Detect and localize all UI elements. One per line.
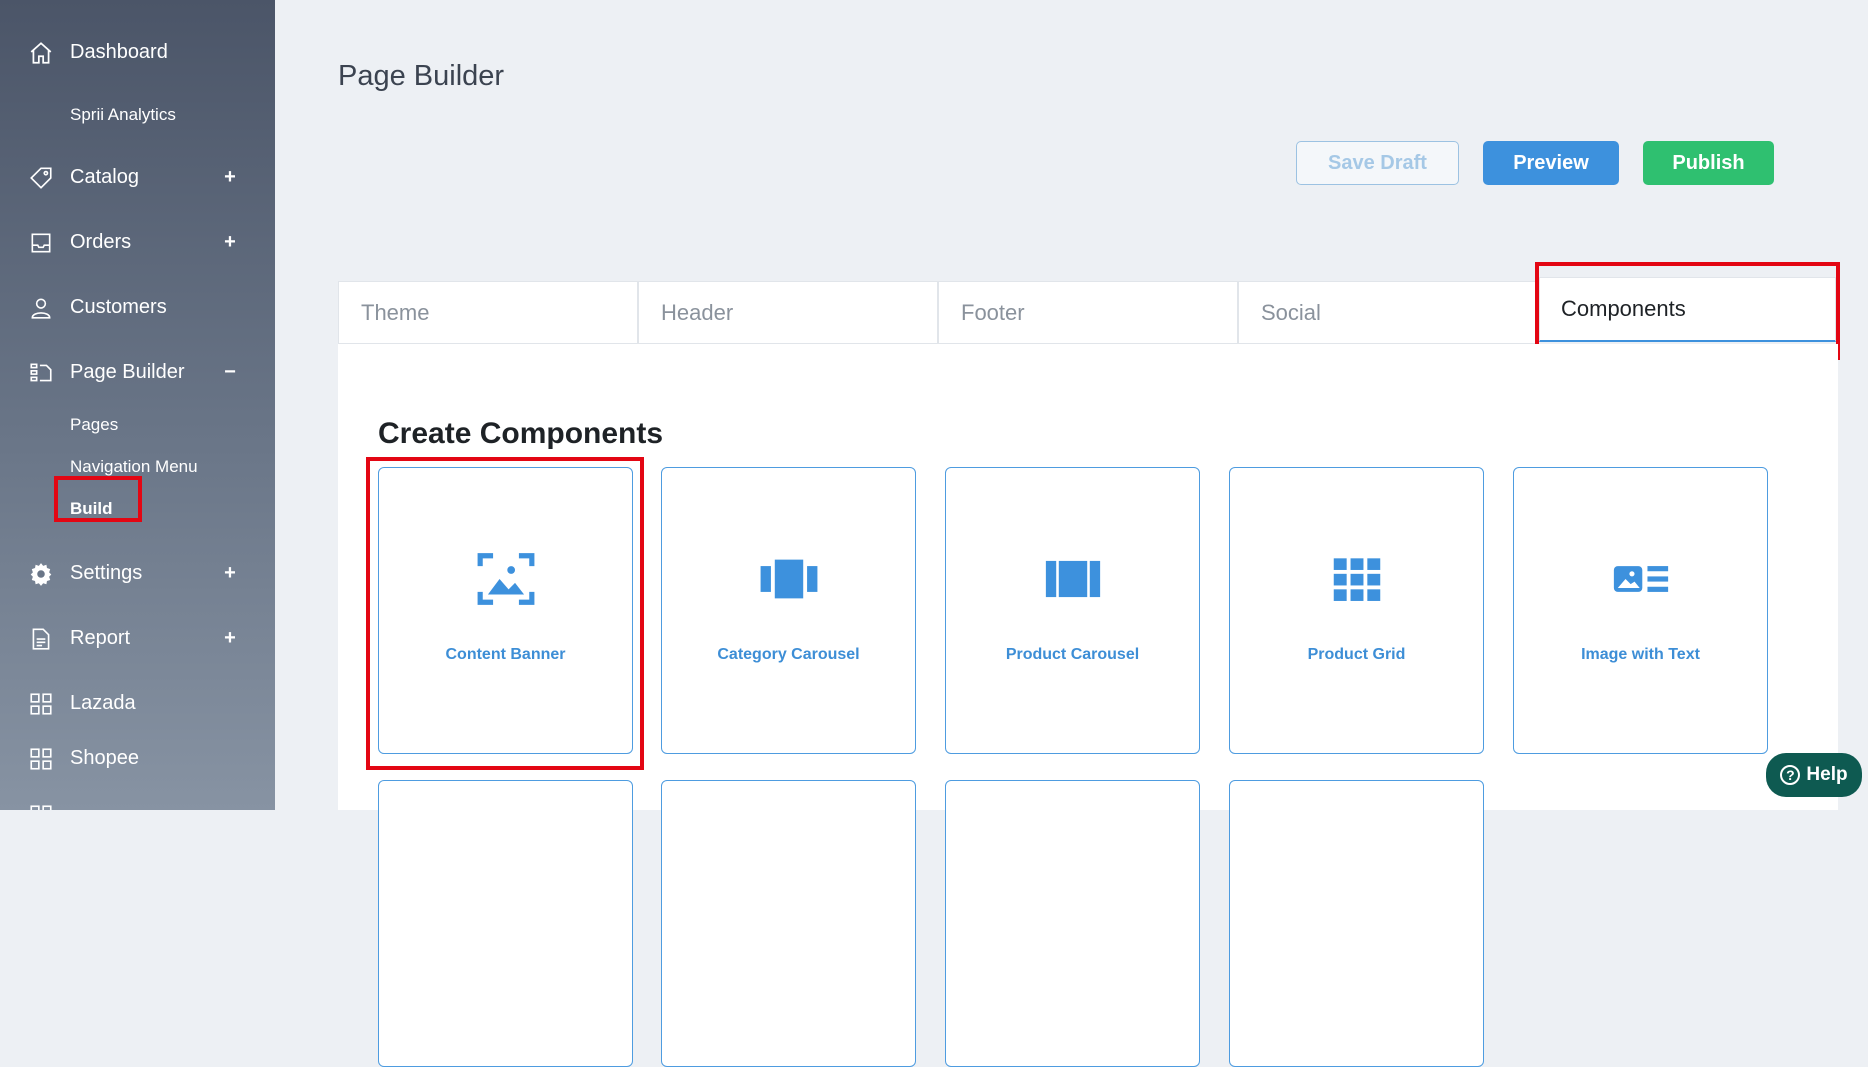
question-icon: ? xyxy=(1780,765,1801,785)
tab-footer[interactable]: Footer xyxy=(938,281,1238,344)
image-text-icon xyxy=(1610,548,1672,610)
expand-toggle[interactable]: + xyxy=(220,627,240,650)
help-button[interactable]: ? Help xyxy=(1766,753,1862,797)
expand-toggle[interactable]: + xyxy=(220,562,240,585)
component-card[interactable] xyxy=(378,780,633,1067)
sidebar-item-page-builder[interactable]: Page Builder − xyxy=(0,352,275,392)
collapse-toggle[interactable]: − xyxy=(220,361,240,384)
user-icon xyxy=(28,295,54,321)
help-label: Help xyxy=(1806,764,1848,785)
document-icon xyxy=(28,626,54,652)
component-label: Product Carousel xyxy=(1005,646,1140,663)
sidebar-item-sprii-analytics[interactable]: Sprii Analytics xyxy=(70,105,176,125)
sidebar-item-lazada[interactable]: Lazada xyxy=(0,683,275,723)
publish-button[interactable]: Publish xyxy=(1643,141,1774,185)
tab-theme[interactable]: Theme xyxy=(338,281,638,344)
grid-icon xyxy=(28,803,54,810)
sidebar-item-more[interactable] xyxy=(0,795,275,810)
columns-icon xyxy=(1042,548,1104,610)
page-builder-icon xyxy=(28,360,54,386)
grid-icon xyxy=(28,691,54,717)
sidebar: Dashboard Sprii Analytics Catalog + Orde… xyxy=(0,0,275,810)
sidebar-item-pages[interactable]: Pages xyxy=(70,415,118,435)
inbox-icon xyxy=(28,230,54,256)
tab-social[interactable]: Social xyxy=(1238,281,1538,344)
sidebar-item-dashboard[interactable]: Dashboard xyxy=(0,32,275,72)
sidebar-item-shopee[interactable]: Shopee xyxy=(0,738,275,778)
sidebar-item-settings[interactable]: Settings + xyxy=(0,553,275,593)
component-card[interactable] xyxy=(661,780,916,1067)
sidebar-item-orders[interactable]: Orders + xyxy=(0,222,275,262)
sidebar-item-report[interactable]: Report + xyxy=(0,618,275,658)
component-card-product-carousel[interactable]: Product Carousel xyxy=(945,467,1200,754)
home-icon xyxy=(28,40,54,66)
sidebar-item-navigation-menu[interactable]: Navigation Menu xyxy=(70,457,198,477)
highlight-box-build xyxy=(54,476,142,522)
save-draft-button[interactable]: Save Draft xyxy=(1296,141,1459,185)
page-title: Page Builder xyxy=(338,60,505,92)
component-label: Image with Text xyxy=(1581,646,1700,663)
component-card[interactable] xyxy=(1229,780,1484,1067)
tab-header[interactable]: Header xyxy=(638,281,938,344)
gear-icon xyxy=(28,561,54,587)
section-title: Create Components xyxy=(378,417,664,450)
sidebar-item-customers[interactable]: Customers xyxy=(0,287,275,327)
expand-toggle[interactable]: + xyxy=(220,231,240,254)
component-card-image-with-text[interactable]: Image with Text xyxy=(1513,467,1768,754)
component-label: Product Grid xyxy=(1307,646,1406,663)
tag-icon xyxy=(28,165,54,191)
component-label: Category Carousel xyxy=(717,646,860,663)
grid-icon xyxy=(28,746,54,772)
component-card-product-grid[interactable]: Product Grid xyxy=(1229,467,1484,754)
component-card-category-carousel[interactable]: Category Carousel xyxy=(661,467,916,754)
preview-button[interactable]: Preview xyxy=(1483,141,1619,185)
carousel-icon xyxy=(758,548,820,610)
expand-toggle[interactable]: + xyxy=(220,166,240,189)
component-card[interactable] xyxy=(945,780,1200,1067)
grid-icon xyxy=(1326,548,1388,610)
sidebar-item-catalog[interactable]: Catalog + xyxy=(0,157,275,197)
highlight-box-content-banner xyxy=(366,457,644,770)
